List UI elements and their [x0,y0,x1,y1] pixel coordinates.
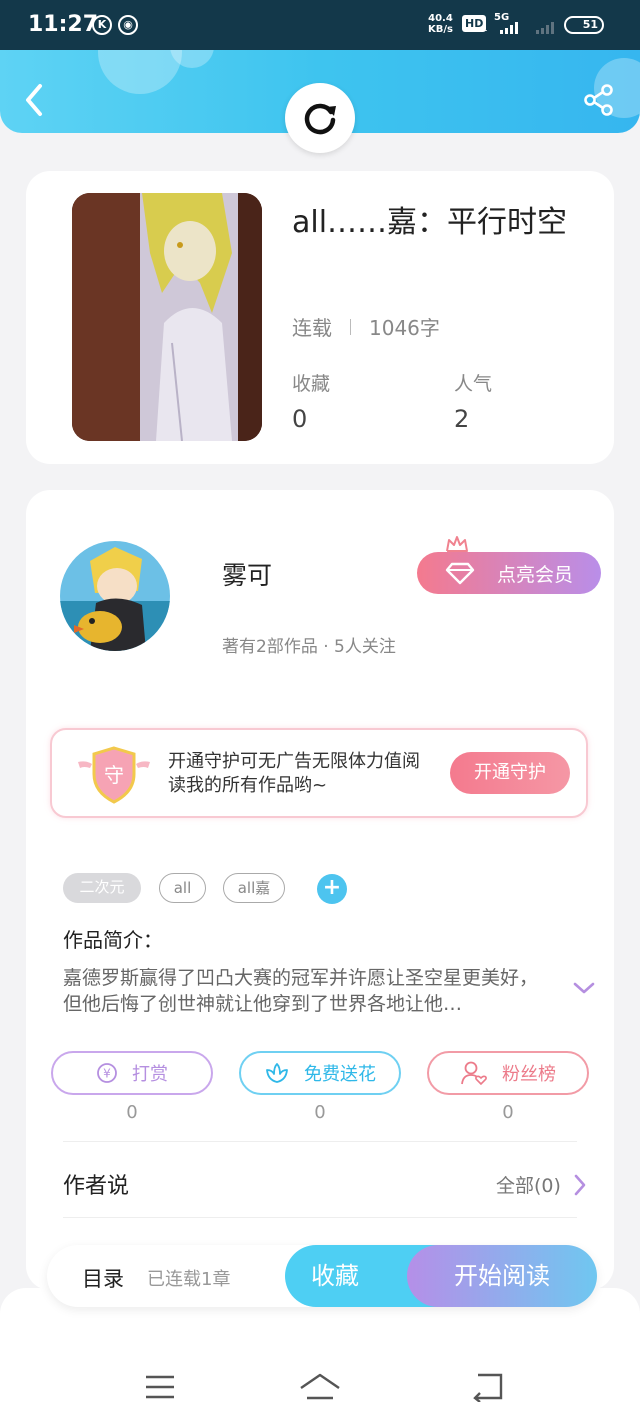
guard-text: 开通守护可无广告无限体力值阅读我的所有作品哟~ [168,751,420,796]
tip-label: 打赏 [132,1064,168,1085]
share-button[interactable] [582,83,616,117]
k-app-icon: K [92,15,112,35]
book-cover-image[interactable] [72,193,262,441]
start-reading-button[interactable]: 开始阅读 [407,1245,597,1307]
tag-item[interactable]: 二次元 [63,873,141,903]
decor-bubble [98,50,182,94]
fan-ranking-label: 粉丝榜 [502,1064,556,1085]
author-avatar[interactable] [60,541,170,651]
author-says-label: 作者说 [63,1174,130,1199]
battery-icon: 51 [564,16,604,34]
reading-action-bar: 目录 已连载1章 收藏 开始阅读 [47,1245,597,1307]
intro-text[interactable]: 嘉德罗斯赢得了凹凸大赛的冠军并许愿让圣空星更美好，但他后悔了创世神就让他穿到了世… [63,965,553,1017]
status-bar: 11:27 K ◉ 40.4 KB/s HD 1 5G 51 [0,0,640,50]
chevron-right-icon[interactable] [572,1173,588,1197]
book-info-card: all……嘉：平行时空 连载 1046字 收藏 0 人气 2 [26,171,614,464]
book-status: 连载 [292,316,332,340]
meta-divider [350,318,351,335]
avatar-illustration [60,541,170,651]
back-icon[interactable] [470,1372,506,1402]
crown-icon [446,536,468,552]
tip-count: 0 [126,1102,138,1123]
intro-label: 作品简介： [63,928,163,952]
share-icon [584,84,613,116]
status-time: 11:27 [28,12,99,37]
open-guard-button[interactable]: 开通守护 [450,752,570,794]
home-icon[interactable] [298,1372,342,1402]
diamond-icon [445,562,475,585]
refresh-icon [304,103,336,135]
popularity-label: 人气 [454,373,493,395]
battery-level: 51 [582,18,598,31]
author-card: 雾可 著有2部作品 · 5人关注 点亮会员 守 开通守护可无广告无限体力值阅读我… [26,490,614,1290]
book-title: all……嘉：平行时空 [292,205,568,240]
favorites-label: 收藏 [292,373,331,395]
add-tag-button[interactable]: + [317,874,347,904]
author-meta: 著有2部作品 · 5人关注 [222,637,396,657]
send-flower-label: 免费送花 [304,1064,376,1085]
chevron-left-icon [26,84,42,116]
fan-ranking-button[interactable]: 粉丝榜 [427,1051,589,1095]
net-speed-unit: KB/s [428,24,453,35]
hd-sub: 1 [482,24,488,34]
book-meta: 连载 1046字 [292,312,440,341]
refresh-button[interactable] [285,83,355,153]
table-of-contents-button[interactable]: 目录 [82,1263,124,1293]
tip-button[interactable]: ¥ 打赏 [51,1051,213,1095]
chevron-down-icon[interactable] [572,980,596,996]
tag-item[interactable]: all嘉 [223,873,285,903]
tag-item[interactable]: all [159,873,206,903]
book-word-count: 1046字 [369,316,440,340]
fan-user-icon [461,1061,487,1086]
send-flower-button[interactable]: 免费送花 [239,1051,401,1095]
back-button[interactable] [20,80,48,120]
fan-count: 0 [502,1102,514,1123]
favorites-value: 0 [292,405,308,433]
divider [63,1217,577,1218]
guard-shield-icon: 守 [78,746,150,804]
menu-icon[interactable] [143,1372,177,1402]
flower-icon [266,1063,288,1083]
guard-banner[interactable]: 守 开通守护可无广告无限体力值阅读我的所有作品哟~ 开通守护 [50,728,588,818]
member-button[interactable]: 点亮会员 [417,552,601,594]
divider [63,1141,577,1142]
system-nav-bar [0,1288,640,1427]
popularity-value: 2 [454,405,470,433]
author-says-all[interactable]: 全部(0) [496,1171,561,1198]
signal-icon [500,22,518,34]
author-name[interactable]: 雾可 [222,556,272,592]
svg-text:¥: ¥ [103,1067,111,1081]
yen-coin-icon: ¥ [97,1063,117,1083]
speedometer-icon: ◉ [118,15,138,35]
svg-text:守: 守 [104,763,124,787]
chapter-count: 已连载1章 [147,1269,231,1290]
signal-2-icon [536,22,554,34]
cover-illustration [72,193,262,441]
net-speed-value: 40.4 [428,13,453,24]
network-speed: 40.4 KB/s [428,13,453,35]
flower-count: 0 [314,1102,326,1123]
member-button-label: 点亮会员 [496,563,573,586]
